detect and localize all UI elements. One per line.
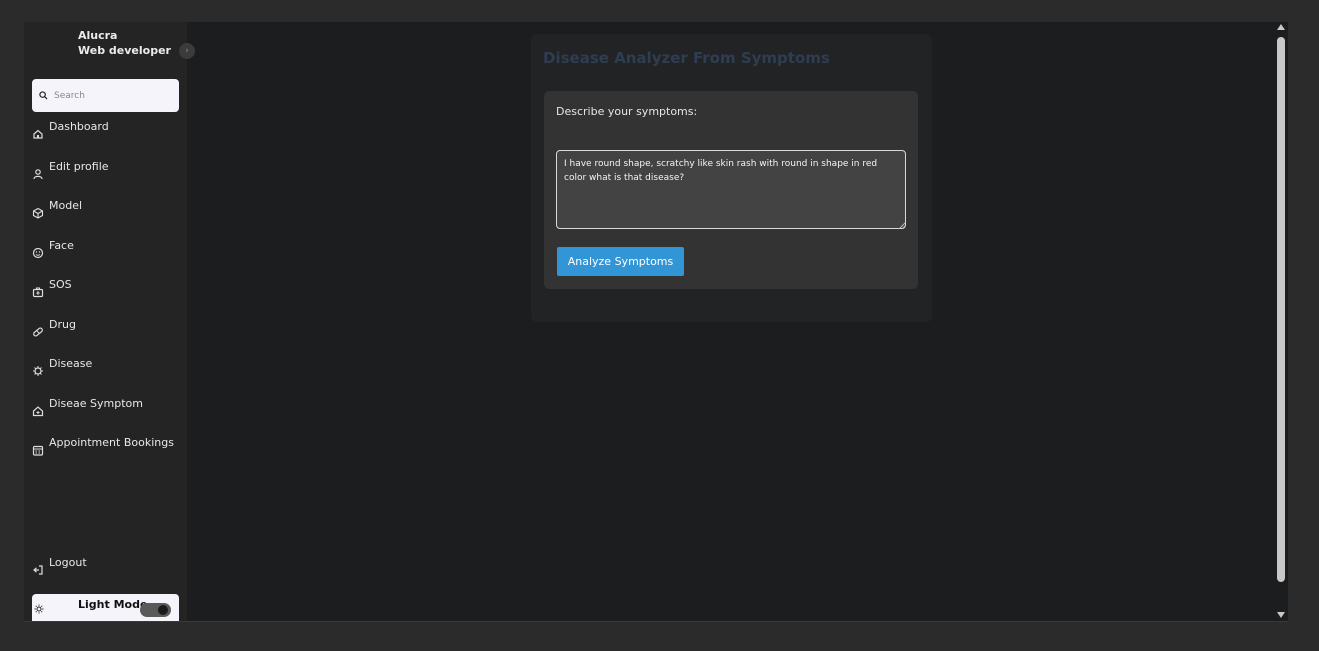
bottom-divider bbox=[24, 621, 1288, 622]
symptoms-label: Describe your symptoms: bbox=[556, 105, 698, 118]
sidebar-item-disease-symptom[interactable]: Diseae Symptom bbox=[24, 397, 187, 425]
logout-label: Logout bbox=[49, 556, 87, 569]
light-mode-label: Light Mode bbox=[78, 598, 148, 611]
sidebar-item-edit-profile[interactable]: Edit profile bbox=[24, 160, 187, 188]
sun-icon bbox=[34, 604, 44, 614]
toggle-knob bbox=[158, 605, 168, 615]
scrollbar-thumb[interactable] bbox=[1277, 37, 1285, 582]
logout-button[interactable]: Logout bbox=[24, 556, 187, 584]
house-medical-icon bbox=[32, 406, 44, 417]
profile: Alucra Web developer bbox=[78, 28, 171, 58]
app-window: Alucra Web developer Dashboard Edit prof… bbox=[24, 22, 1288, 622]
home-icon bbox=[33, 129, 43, 139]
page-title: Disease Analyzer From Symptoms bbox=[543, 49, 830, 67]
sidebar-item-disease[interactable]: Disease bbox=[24, 357, 187, 385]
sidebar-item-label: Drug bbox=[49, 318, 76, 331]
logout-icon bbox=[33, 565, 43, 575]
sidebar-item-model[interactable]: Model bbox=[24, 199, 187, 227]
calendar-icon bbox=[32, 445, 44, 456]
chevron-right-icon: › bbox=[185, 46, 189, 56]
search-box[interactable] bbox=[32, 79, 179, 112]
sidebar-item-label: Face bbox=[49, 239, 74, 252]
profile-name: Alucra bbox=[78, 29, 118, 42]
scroll-down-arrow-icon[interactable] bbox=[1277, 612, 1285, 618]
sidebar-item-label: Appointment Bookings bbox=[49, 436, 174, 449]
sidebar-item-label: SOS bbox=[49, 278, 72, 291]
analyze-symptoms-button[interactable]: Analyze Symptoms bbox=[557, 247, 684, 276]
search-icon bbox=[39, 91, 48, 100]
user-icon bbox=[33, 169, 43, 180]
pill-icon bbox=[33, 327, 43, 337]
sidebar-item-appointment-bookings[interactable]: Appointment Bookings bbox=[24, 436, 187, 464]
sidebar-item-sos[interactable]: SOS bbox=[24, 278, 187, 306]
cube-icon bbox=[32, 207, 44, 219]
scroll-up-arrow-icon[interactable] bbox=[1277, 24, 1285, 30]
sidebar-item-label: Dashboard bbox=[49, 120, 109, 133]
sidebar-item-label: Model bbox=[49, 199, 83, 212]
symptoms-textarea[interactable]: I have round shape, scratchy like skin r… bbox=[556, 150, 906, 229]
sidebar-item-face[interactable]: Face bbox=[24, 239, 187, 267]
sidebar-item-label: Edit profile bbox=[49, 160, 109, 173]
sidebar: Alucra Web developer Dashboard Edit prof… bbox=[24, 22, 187, 622]
search-input[interactable] bbox=[54, 90, 174, 101]
disease-analyzer-card: Disease Analyzer From Symptoms Describe … bbox=[531, 34, 932, 322]
sidebar-item-drug[interactable]: Drug bbox=[24, 318, 187, 346]
medkit-icon bbox=[32, 287, 44, 298]
sidebar-item-dashboard[interactable]: Dashboard bbox=[24, 120, 187, 148]
light-mode-panel: Light Mode bbox=[32, 594, 179, 622]
sidebar-item-label: Diseae Symptom bbox=[49, 397, 143, 410]
virus-icon bbox=[33, 366, 43, 376]
sidebar-item-label: Disease bbox=[49, 357, 93, 370]
resize-grip-icon[interactable] bbox=[898, 221, 906, 229]
symptom-form: Describe your symptoms: I have round sha… bbox=[544, 91, 918, 289]
light-mode-toggle[interactable] bbox=[140, 603, 171, 617]
face-icon bbox=[32, 247, 44, 259]
profile-role: Web developer bbox=[78, 44, 171, 57]
collapse-sidebar-button[interactable]: › bbox=[179, 43, 195, 59]
